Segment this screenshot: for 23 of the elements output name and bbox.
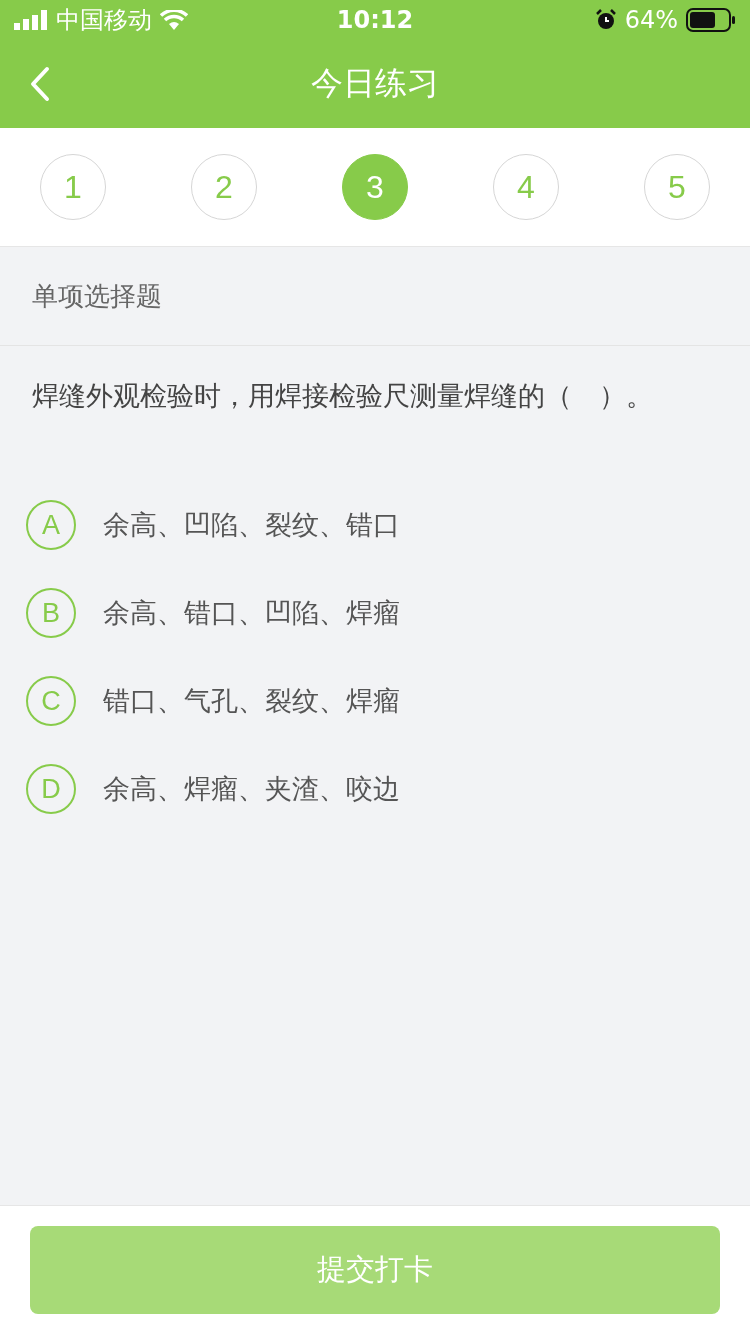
page-title: 今日练习 (311, 63, 439, 104)
option-letter[interactable]: B (26, 588, 76, 638)
question-number-tab[interactable]: 2 (191, 154, 257, 220)
option-text[interactable]: 余高、错口、凹陷、焊瘤 (103, 595, 400, 631)
alarm-clock-icon (594, 9, 617, 31)
wifi-icon (160, 10, 188, 30)
question-number-tab[interactable]: 1 (40, 154, 106, 220)
clock-time: 10:12 (336, 6, 414, 34)
option-text[interactable]: 错口、气孔、裂纹、焊瘤 (103, 683, 400, 719)
question-number-tab[interactable]: 5 (644, 154, 710, 220)
question-type: 单项选择题 (0, 247, 750, 346)
option-letter[interactable]: A (26, 500, 76, 550)
question-text: 焊缝外观检验时，用焊接检验尺测量焊缝的（ ）。 (31, 379, 654, 413)
carrier-name: 中国移动 (56, 5, 152, 36)
signal-icon (14, 10, 48, 30)
option-letter[interactable]: C (26, 676, 76, 726)
battery-icon (686, 8, 736, 32)
question-number-tab[interactable]: 4 (493, 154, 559, 220)
option-letter[interactable]: D (26, 764, 76, 814)
battery-percent: 64% (624, 6, 678, 34)
option-text[interactable]: 余高、焊瘤、夹渣、咬边 (103, 771, 400, 807)
option-text[interactable]: 余高、凹陷、裂纹、错口 (103, 507, 400, 543)
question-number-tab[interactable]: 3 (342, 154, 408, 220)
